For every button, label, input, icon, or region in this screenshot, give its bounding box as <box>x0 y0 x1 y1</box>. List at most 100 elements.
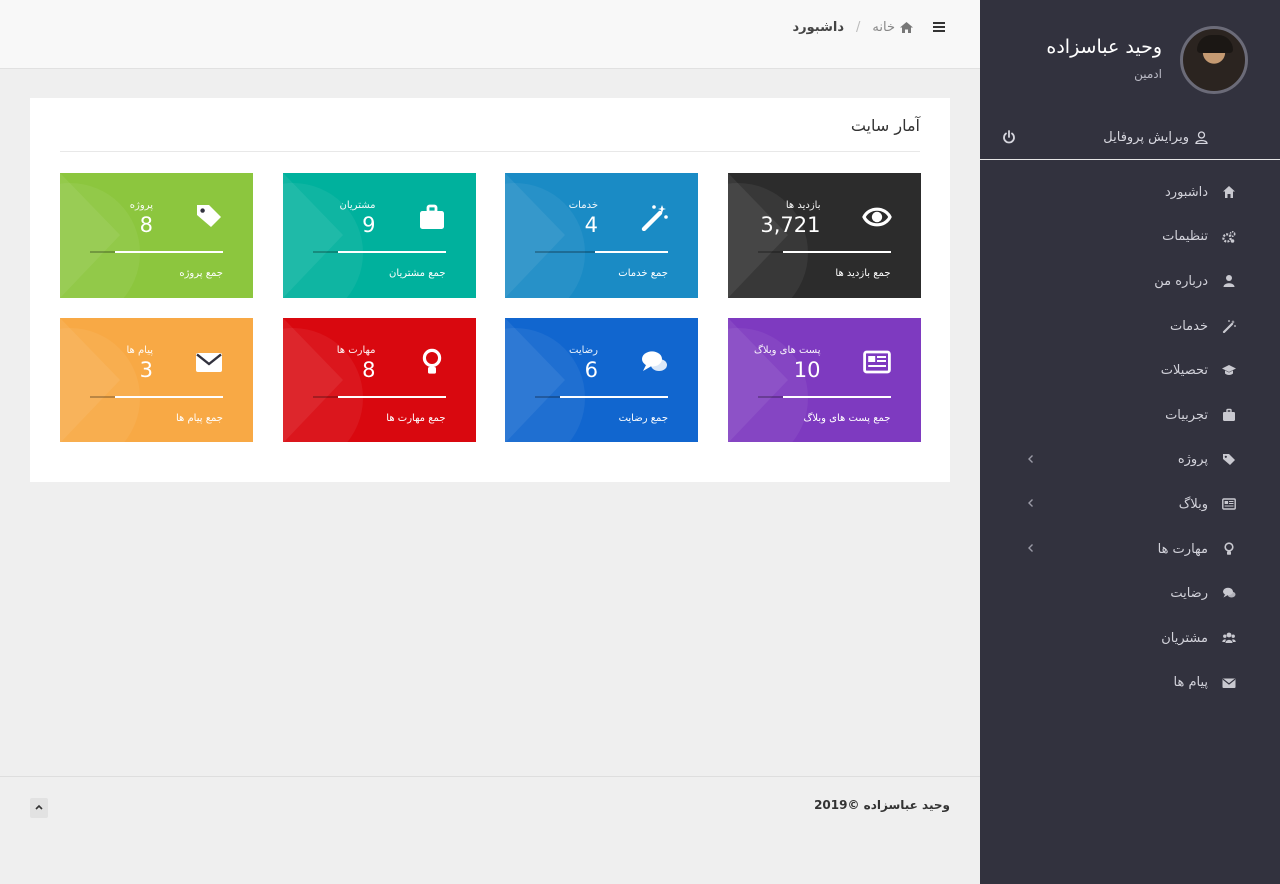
sidebar-item[interactable]: مشتریان <box>980 616 1280 661</box>
stat-tile-watermark <box>282 318 363 442</box>
stat-total-label: جمع بازدید ها <box>835 268 891 279</box>
sidebar-item[interactable]: تحصیلات <box>980 348 1280 393</box>
stat-label: پست های وبلاگ <box>753 345 821 356</box>
sidebar-item-label: تجربیات <box>1165 407 1208 423</box>
stat-progress-fill <box>782 396 891 398</box>
stat-tile[interactable]: رضایت 6 جمع رضایت <box>505 318 698 442</box>
home-icon <box>900 22 913 33</box>
chevron-left-icon <box>1028 454 1033 463</box>
sidebar-item-label: پیام ها <box>1173 675 1209 691</box>
stat-total-label: جمع پیام ها <box>175 413 223 424</box>
stat-label: رضایت <box>569 345 598 356</box>
stat-progress-track <box>535 251 668 253</box>
sidebar-item[interactable]: پروژه <box>980 438 1280 483</box>
sidebar: وحید عباسزاده ادمین ویرایش پروفایل داشبو… <box>980 0 1280 884</box>
stat-label: پروژه <box>129 200 153 211</box>
breadcrumb-home-label: خانه <box>872 20 895 35</box>
newspaper-icon <box>1222 498 1236 510</box>
power-icon[interactable] <box>1002 130 1016 144</box>
envelope-icon <box>196 353 222 372</box>
sidebar-item[interactable]: تجربیات <box>980 393 1280 438</box>
stat-progress-track <box>90 251 223 253</box>
stat-tile-watermark <box>282 173 363 298</box>
sidebar-item[interactable]: وبلاگ <box>980 482 1280 527</box>
chevron-up-icon <box>35 804 43 810</box>
sidebar-item[interactable]: درباره من <box>980 259 1280 304</box>
stat-value: 8 <box>139 213 153 237</box>
stat-total-label: جمع پروژه <box>179 268 223 279</box>
stat-total-label: جمع رضایت <box>618 413 668 424</box>
stat-progress-track <box>312 251 446 253</box>
stat-tile[interactable]: خدمات 4 جمع خدمات <box>505 173 698 298</box>
stat-value: 9 <box>362 213 376 237</box>
stat-tile[interactable]: پست های وبلاگ 10 جمع پست های وبلاگ <box>727 318 921 442</box>
envelope-icon <box>1222 678 1236 688</box>
sidebar-item-label: داشبورد <box>1165 184 1208 200</box>
edit-profile-label: ویرایش پروفایل <box>1103 130 1189 145</box>
sidebar-item[interactable]: داشبورد <box>980 170 1280 215</box>
chevron-left-icon <box>1028 543 1033 552</box>
scroll-to-top-button[interactable] <box>30 798 48 818</box>
briefcase-icon <box>419 204 444 229</box>
sidebar-item[interactable]: مهارت ها <box>980 527 1280 572</box>
stat-progress-fill <box>337 396 446 398</box>
top-header: خانه / داشبورد <box>0 0 980 69</box>
stat-value: 3 <box>139 358 153 382</box>
stat-progress-track <box>312 396 446 398</box>
stat-value: 6 <box>584 358 598 382</box>
stat-tile[interactable]: بازدید ها 3,721 جمع بازدید ها <box>727 173 921 298</box>
profile-block: وحید عباسزاده ادمین <box>980 0 1280 115</box>
cogs-icon <box>1222 230 1236 243</box>
stat-tile[interactable]: پیام ها 3 جمع پیام ها <box>60 318 253 442</box>
sidebar-item-label: مهارت ها <box>1157 541 1208 557</box>
panel-title: آمار سایت <box>850 116 920 135</box>
stat-tile-watermark <box>60 173 140 298</box>
breadcrumb-separator: / <box>856 20 861 35</box>
menu-toggle-icon[interactable] <box>933 21 945 33</box>
stat-tile[interactable]: پروژه 8 جمع پروژه <box>60 173 253 298</box>
stat-total-label: جمع پست های وبلاگ <box>803 413 891 424</box>
magic-icon <box>1222 319 1236 333</box>
sidebar-item-label: وبلاگ <box>1178 496 1208 512</box>
stat-value: 4 <box>584 213 598 237</box>
breadcrumb-home-link[interactable]: خانه <box>872 20 913 35</box>
stat-total-label: جمع مهارت ها <box>386 413 446 424</box>
tags-icon <box>197 205 221 227</box>
home-icon <box>1223 186 1235 198</box>
stat-progress-track <box>757 251 891 253</box>
stat-label: خدمات <box>568 200 598 211</box>
magic-icon <box>641 205 668 231</box>
panel-divider <box>60 151 920 152</box>
sidebar-item-label: خدمات <box>1169 318 1208 334</box>
sidebar-item[interactable]: خدمات <box>980 304 1280 349</box>
stat-tile[interactable]: مشتریان 9 جمع مشتریان <box>282 173 476 298</box>
stat-tile-watermark <box>727 173 808 298</box>
stat-label: مشتریان <box>339 200 376 211</box>
profile-role: ادمین <box>1134 67 1162 81</box>
user-outline-icon <box>1195 131 1208 144</box>
sidebar-item-label: تحصیلات <box>1160 363 1208 379</box>
copyright-text: 2019© وحید عباسزاده <box>814 798 950 812</box>
stat-progress-fill <box>560 396 668 398</box>
stat-total-label: جمع مشتریان <box>389 268 446 279</box>
stat-progress-fill <box>115 251 223 253</box>
sidebar-item[interactable]: پیام ها <box>980 661 1280 706</box>
sidebar-item[interactable]: رضایت <box>980 571 1280 616</box>
chevron-left-icon <box>1028 499 1033 508</box>
stat-progress-fill <box>337 251 446 253</box>
stat-progress-track <box>90 396 223 398</box>
stat-total-label: جمع خدمات <box>618 268 668 279</box>
lightbulb-icon <box>1224 542 1234 555</box>
stat-progress-track <box>535 396 668 398</box>
eye-icon <box>861 207 892 227</box>
sidebar-item[interactable]: تنظیمات <box>980 215 1280 260</box>
edit-profile-link[interactable]: ویرایش پروفایل <box>1103 130 1208 145</box>
stat-tile[interactable]: مهارت ها 8 جمع مهارت ها <box>282 318 476 442</box>
stat-progress-fill <box>782 251 891 253</box>
stat-label: بازدید ها <box>785 200 821 211</box>
sidebar-item-label: مشتریان <box>1161 630 1208 646</box>
stat-progress-fill <box>115 396 223 398</box>
sidebar-item-label: رضایت <box>1170 586 1208 602</box>
briefcase-icon <box>1223 408 1235 421</box>
tags-icon <box>1223 453 1235 465</box>
